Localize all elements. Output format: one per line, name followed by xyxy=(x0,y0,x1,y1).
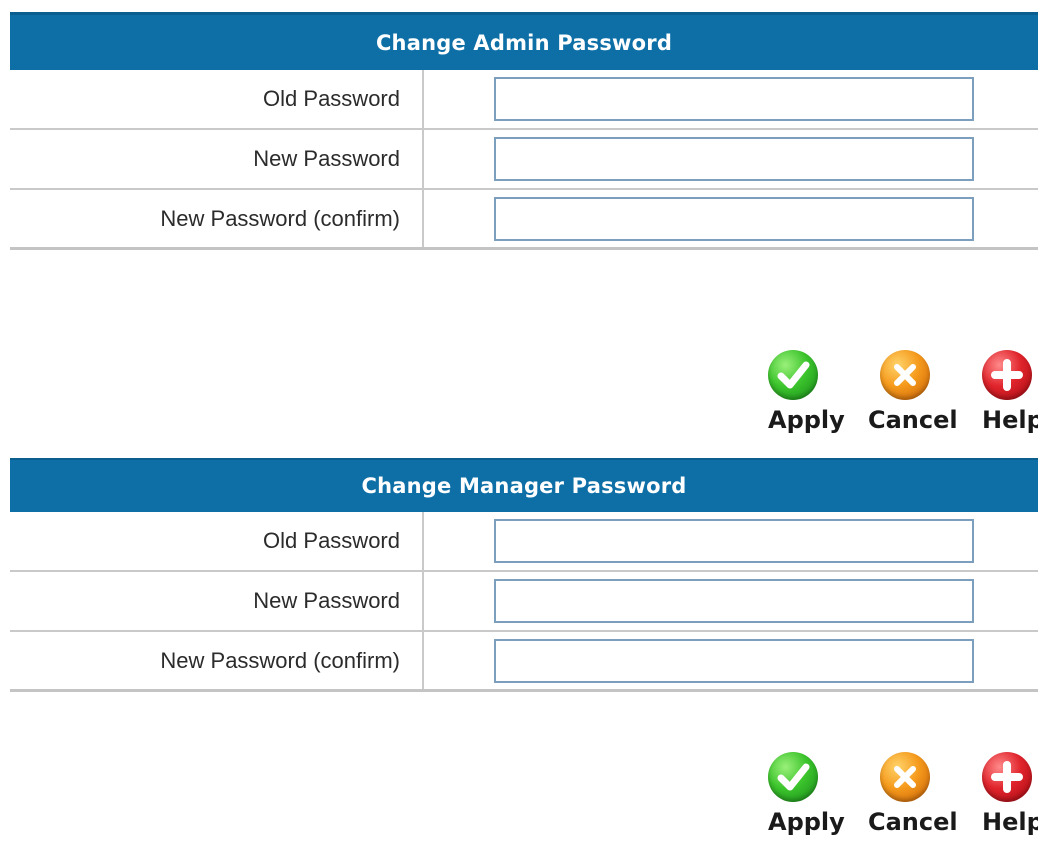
x-icon xyxy=(880,752,930,802)
admin-new-password-input[interactable] xyxy=(494,137,974,181)
manager-old-password-input[interactable] xyxy=(494,519,974,563)
manager-new-password-input[interactable] xyxy=(494,579,974,623)
manager-new-password-cell xyxy=(424,572,1038,630)
x-icon xyxy=(880,350,930,400)
admin-help-button[interactable]: Help xyxy=(980,350,1038,440)
manager-cancel-button[interactable]: Cancel xyxy=(860,752,958,842)
admin-confirm-password-input[interactable] xyxy=(494,196,974,241)
manager-help-button[interactable]: Help xyxy=(980,752,1038,842)
admin-confirm-password-cell xyxy=(424,190,1038,247)
admin-new-password-label: New Password xyxy=(10,130,424,188)
manager-new-password-row: New Password xyxy=(10,572,1038,632)
admin-panel-title: Change Admin Password xyxy=(10,12,1038,70)
manager-cancel-label: Cancel xyxy=(868,808,958,836)
plus-icon xyxy=(982,752,1032,802)
admin-actions: Apply Cancel Help xyxy=(760,350,1038,440)
manager-apply-label: Apply xyxy=(768,808,845,836)
manager-password-panel: Change Manager Password Old Password New… xyxy=(10,458,1038,692)
admin-cancel-button[interactable]: Cancel xyxy=(860,350,958,440)
manager-actions: Apply Cancel Help xyxy=(760,752,1038,842)
admin-old-password-cell xyxy=(424,70,1038,128)
manager-confirm-password-label: New Password (confirm) xyxy=(10,632,424,689)
admin-confirm-password-label: New Password (confirm) xyxy=(10,190,424,247)
manager-confirm-password-input[interactable] xyxy=(494,638,974,683)
manager-panel-title: Change Manager Password xyxy=(10,458,1038,512)
admin-password-panel: Change Admin Password Old Password New P… xyxy=(10,12,1038,250)
manager-confirm-password-cell xyxy=(424,632,1038,689)
manager-old-password-cell xyxy=(424,512,1038,570)
manager-old-password-row: Old Password xyxy=(10,512,1038,572)
admin-new-password-cell xyxy=(424,130,1038,188)
admin-old-password-row: Old Password xyxy=(10,70,1038,130)
check-icon xyxy=(768,752,818,802)
admin-cancel-label: Cancel xyxy=(868,406,958,434)
manager-old-password-label: Old Password xyxy=(10,512,424,570)
manager-new-password-label: New Password xyxy=(10,572,424,630)
admin-new-password-row: New Password xyxy=(10,130,1038,190)
admin-old-password-label: Old Password xyxy=(10,70,424,128)
admin-help-label: Help xyxy=(982,406,1038,434)
check-icon xyxy=(768,350,818,400)
manager-confirm-password-row: New Password (confirm) xyxy=(10,632,1038,692)
plus-icon xyxy=(982,350,1032,400)
admin-confirm-password-row: New Password (confirm) xyxy=(10,190,1038,250)
admin-old-password-input[interactable] xyxy=(494,77,974,121)
manager-help-label: Help xyxy=(982,808,1038,836)
admin-apply-button[interactable]: Apply xyxy=(760,350,850,440)
admin-apply-label: Apply xyxy=(768,406,845,434)
manager-apply-button[interactable]: Apply xyxy=(760,752,850,842)
